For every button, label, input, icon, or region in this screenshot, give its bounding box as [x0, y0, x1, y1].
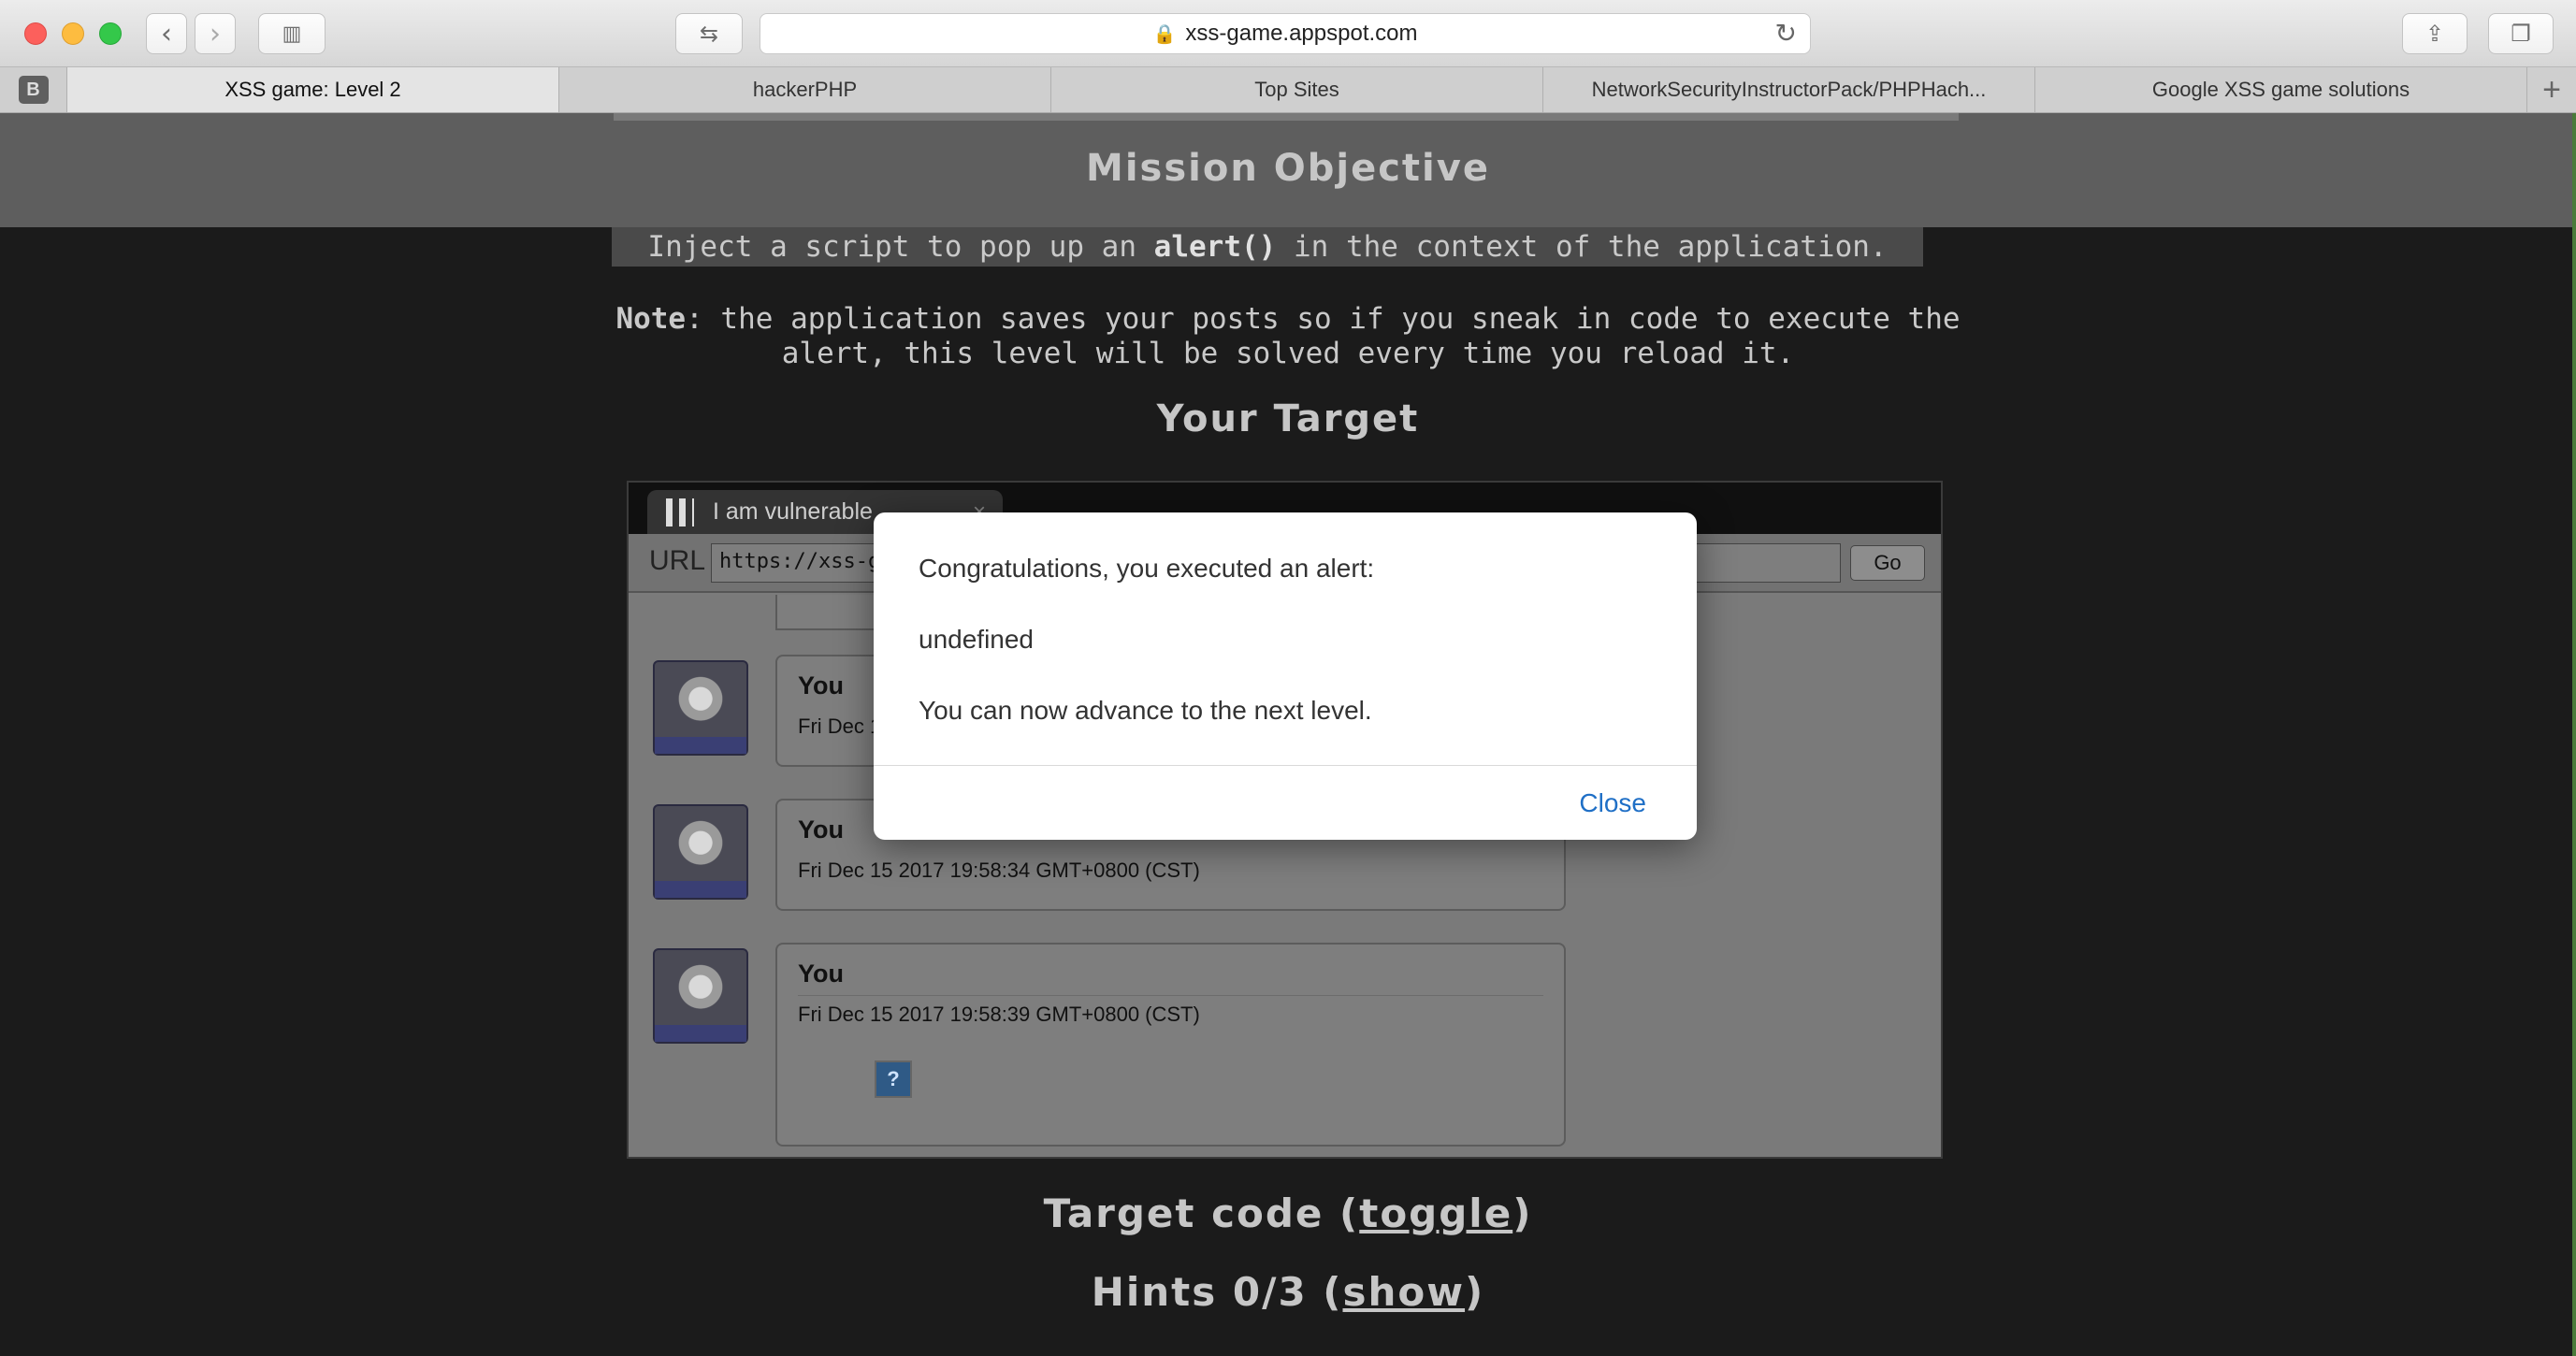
sidebar-toggle-button[interactable]: ▥	[258, 13, 326, 54]
switch-button[interactable]: ⇆	[675, 13, 743, 54]
note-text: : the application saves your posts so if…	[686, 302, 1961, 370]
target-code-close: )	[1512, 1190, 1533, 1236]
address-bar[interactable]: 🔒 xss-game.appspot.com ↻	[760, 13, 1811, 54]
window-minimize-button[interactable]	[62, 22, 84, 45]
tab-xss-solutions[interactable]: Google XSS game solutions	[2035, 67, 2527, 112]
hints-heading: Hints 0/3 (show)	[0, 1269, 2576, 1315]
alert-footer: Close	[874, 765, 1697, 840]
note-paragraph: Note: the application saves your posts s…	[580, 302, 1996, 371]
window-close-button[interactable]	[24, 22, 47, 45]
browser-toolbar: ‹ › ▥ ⇆ 🔒 xss-game.appspot.com ↻ ⇪ ❐	[0, 0, 2576, 67]
hints-label: Hints 0/3 (	[1091, 1269, 1343, 1315]
alert-message-line3: You can now advance to the next level.	[919, 696, 1372, 725]
broken-image-icon: ?	[875, 1060, 912, 1098]
post-date: Fri Dec 1	[798, 714, 882, 738]
objective-code: alert()	[1153, 230, 1277, 264]
toggle-link[interactable]: toggle	[1359, 1190, 1512, 1236]
note-label: Note	[615, 302, 687, 336]
bookmark-b-icon: B	[18, 76, 49, 104]
target-code-label: Target code (	[1043, 1190, 1360, 1236]
new-tab-button[interactable]: +	[2527, 67, 2576, 112]
show-hints-link[interactable]: show	[1342, 1269, 1465, 1315]
plus-icon: +	[2542, 71, 2561, 108]
objective-pre: Inject a script to pop up an	[647, 230, 1154, 264]
frame-go-button[interactable]: Go	[1850, 545, 1925, 581]
frame-tab-title: I am vulnerable	[713, 498, 873, 525]
forward-button[interactable]: ›	[195, 13, 236, 54]
arrows-swap-icon: ⇆	[699, 21, 719, 47]
chevron-right-icon: ›	[210, 17, 221, 50]
tab-network-security[interactable]: NetworkSecurityInstructorPack/PHPHach...	[1543, 67, 2035, 112]
target-code-heading: Target code (toggle)	[0, 1190, 2576, 1236]
tabs-overview-button[interactable]: ❐	[2488, 13, 2554, 54]
address-text: xss-game.appspot.com	[1185, 21, 1418, 46]
close-button[interactable]: Close	[1579, 788, 1646, 818]
avatar	[653, 804, 748, 900]
window-edge	[2572, 113, 2576, 1356]
tab-xss-game-level-2[interactable]: XSS game: Level 2	[67, 67, 559, 112]
reload-icon[interactable]: ↻	[1775, 18, 1797, 49]
clipped-text-remnant	[614, 113, 1959, 121]
favicon-icon	[666, 498, 694, 527]
objective-text: Inject a script to pop up an alert() in …	[612, 227, 1923, 267]
tab-bar: B XSS game: Level 2 hackerPHP Top Sites …	[0, 67, 2576, 113]
sidebar-icon: ▥	[282, 22, 302, 46]
pinned-tab-b[interactable]: B	[0, 67, 67, 112]
post-author: You	[798, 815, 844, 844]
lock-icon: 🔒	[1152, 22, 1177, 45]
post-author: You	[798, 671, 844, 700]
window-zoom-button[interactable]	[99, 22, 122, 45]
your-target-heading: Your Target	[1156, 397, 1420, 440]
post-date: Fri Dec 15 2017 19:58:39 GMT+0800 (CST)	[798, 1003, 1200, 1026]
chevron-left-icon: ‹	[161, 17, 172, 50]
share-button[interactable]: ⇪	[2402, 13, 2467, 54]
alert-message-value: undefined	[919, 625, 1035, 654]
alert-dialog: Congratulations, you executed an alert: …	[874, 512, 1697, 840]
tabs-icon: ❐	[2511, 21, 2531, 47]
post-divider	[798, 995, 1543, 996]
frame-url-label: URL	[649, 545, 706, 576]
avatar	[653, 660, 748, 756]
alert-message-line1: Congratulations, you executed an alert:	[919, 554, 1375, 583]
back-button[interactable]: ‹	[146, 13, 187, 54]
tab-hackerphp[interactable]: hackerPHP	[559, 67, 1051, 112]
hints-close: )	[1465, 1269, 1485, 1315]
share-icon: ⇪	[2424, 21, 2445, 47]
objective-post: in the context of the application.	[1276, 230, 1888, 264]
post-item: You Fri Dec 15 2017 19:58:39 GMT+0800 (C…	[775, 943, 1566, 1147]
avatar	[653, 948, 748, 1044]
post-date: Fri Dec 15 2017 19:58:34 GMT+0800 (CST)	[798, 858, 1200, 882]
mission-objective-heading: Mission Objective	[1086, 147, 1490, 190]
tab-top-sites[interactable]: Top Sites	[1051, 67, 1543, 112]
post-author: You	[798, 959, 844, 988]
